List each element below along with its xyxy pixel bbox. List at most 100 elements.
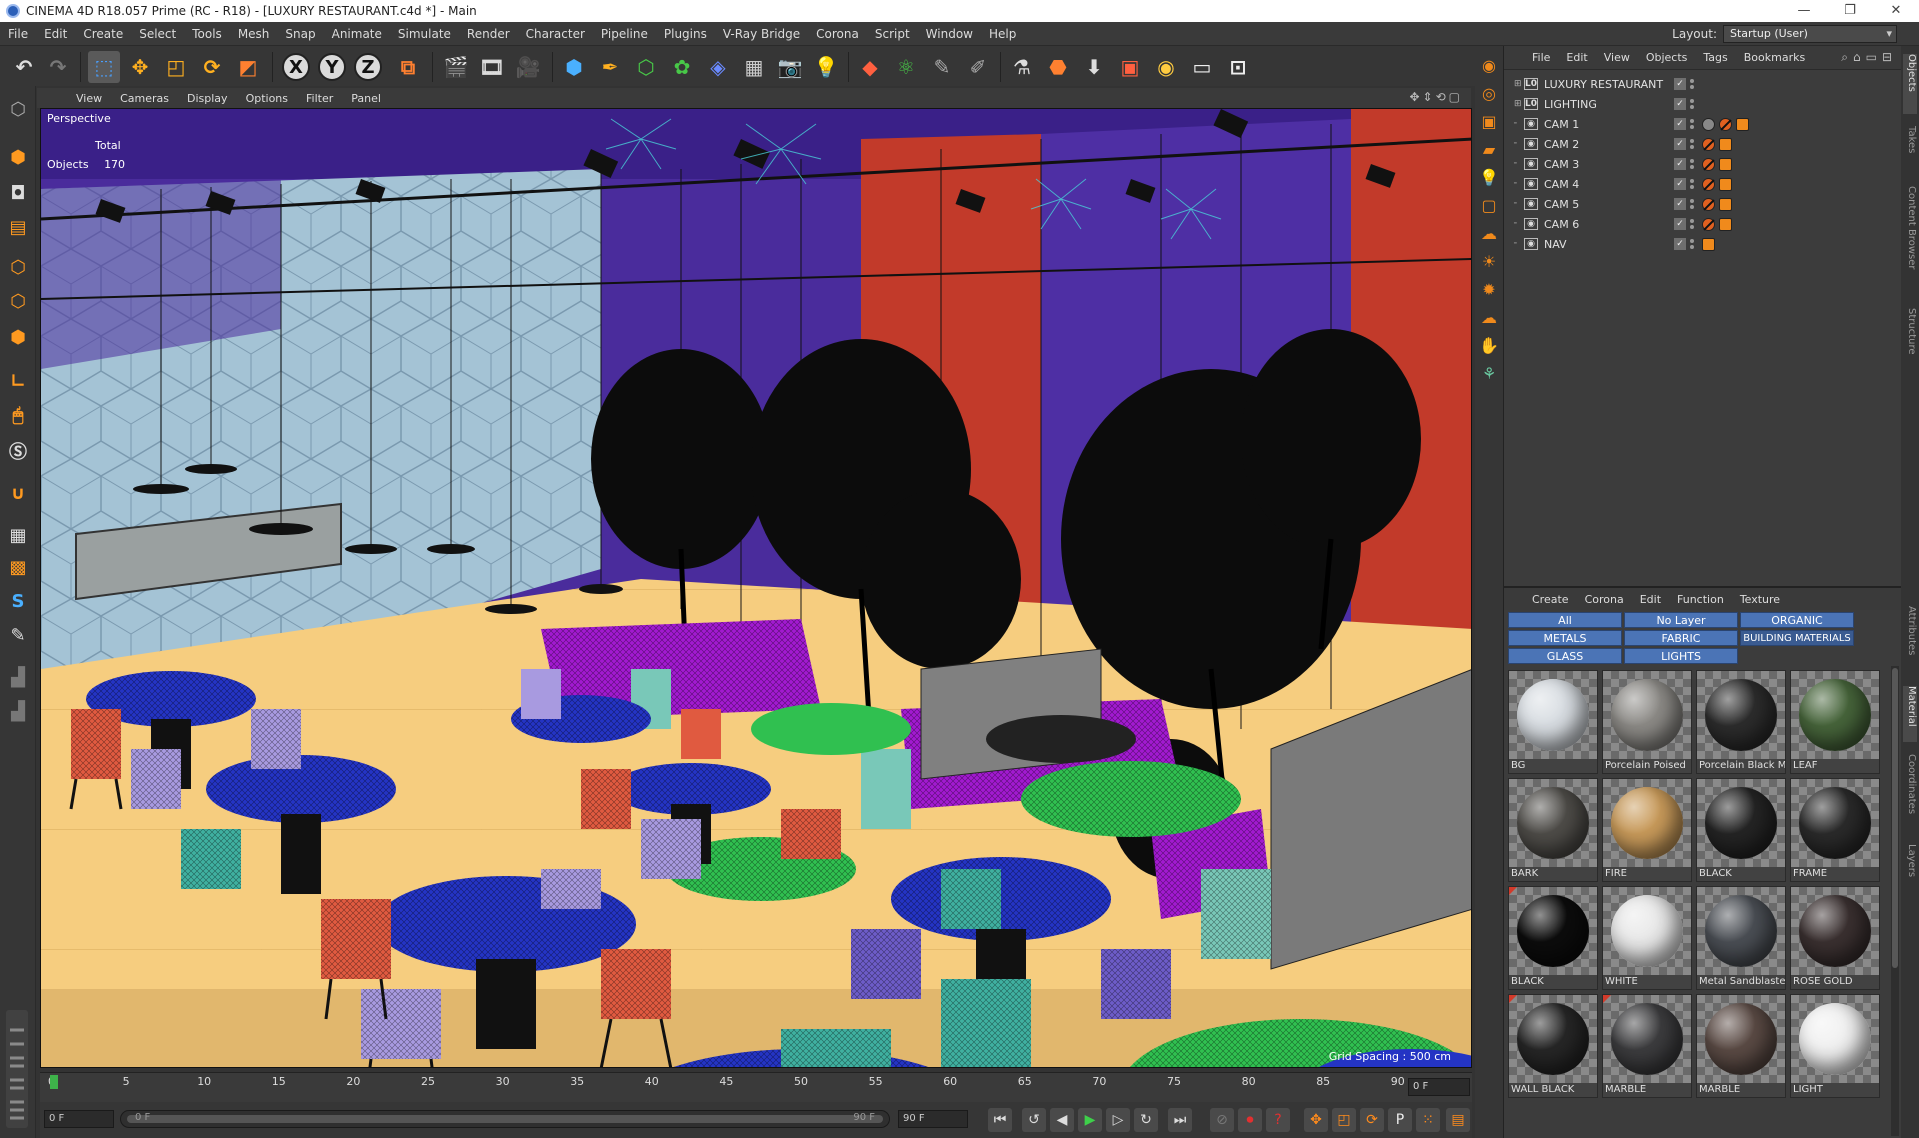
corona-sun-dock-icon[interactable]: ☀ bbox=[1477, 250, 1501, 272]
layer-check-icon[interactable]: ✓ bbox=[1674, 78, 1686, 90]
autokeying-icon[interactable]: ? bbox=[1266, 1108, 1290, 1132]
object-name[interactable]: LIGHTING bbox=[1544, 98, 1668, 111]
object-row[interactable]: ⊞ L0 LUXURY RESTAURANT ✓ bbox=[1504, 74, 1902, 94]
spline-mode-icon[interactable]: Ѕ bbox=[3, 586, 33, 616]
material-name[interactable]: FRAME bbox=[1793, 868, 1879, 879]
menu-help[interactable]: Help bbox=[981, 27, 1024, 41]
material-swatch[interactable]: BARK bbox=[1508, 778, 1598, 882]
material-swatch[interactable]: WHITE bbox=[1602, 886, 1692, 990]
render-settings-icon[interactable]: 🎥 bbox=[512, 51, 544, 83]
visibility-dots[interactable] bbox=[1690, 179, 1698, 189]
material-name[interactable]: LEAF bbox=[1793, 760, 1879, 771]
material-name[interactable]: Porcelain Poised bbox=[1605, 760, 1691, 771]
om-menu-bookmarks[interactable]: Bookmarks bbox=[1736, 51, 1813, 64]
mm-menu-corona[interactable]: Corona bbox=[1577, 593, 1632, 606]
layer-filter-no-layer[interactable]: No Layer bbox=[1624, 612, 1738, 628]
layer-filter-metals[interactable]: METALS bbox=[1508, 630, 1622, 646]
corona-material-dock-icon[interactable]: ▰ bbox=[1477, 138, 1501, 160]
expand-icon[interactable]: ⊞ bbox=[1514, 79, 1524, 89]
scale-icon[interactable]: ◰ bbox=[160, 51, 192, 83]
viewport-menu-options[interactable]: Options bbox=[237, 92, 297, 105]
menu-simulate[interactable]: Simulate bbox=[390, 27, 459, 41]
object-name[interactable]: CAM 1 bbox=[1544, 118, 1668, 131]
material-scrollbar-thumb[interactable] bbox=[1892, 668, 1898, 968]
corona-render-icon[interactable]: ▣ bbox=[1114, 51, 1146, 83]
menu-corona[interactable]: Corona bbox=[808, 27, 867, 41]
corona-proxy-icon[interactable]: ⬇ bbox=[1078, 51, 1110, 83]
corona-light-icon[interactable]: ⬣ bbox=[1042, 51, 1074, 83]
material-name[interactable]: Porcelain Black M bbox=[1699, 760, 1785, 771]
protection-tag-icon[interactable] bbox=[1702, 157, 1715, 171]
om-menu-objects[interactable]: Objects bbox=[1638, 51, 1696, 64]
menu-script[interactable]: Script bbox=[867, 27, 918, 41]
next-frame-icon[interactable]: ▷ bbox=[1106, 1108, 1130, 1132]
menu-pipeline[interactable]: Pipeline bbox=[593, 27, 656, 41]
corona-camera-tag-icon[interactable] bbox=[1719, 177, 1732, 191]
material-name[interactable]: BARK bbox=[1511, 868, 1597, 879]
menu-tools[interactable]: Tools bbox=[184, 27, 230, 41]
render-view-icon[interactable]: 🎬 bbox=[440, 51, 472, 83]
corona-camera-tag-icon[interactable] bbox=[1702, 237, 1715, 251]
menu-mesh[interactable]: Mesh bbox=[230, 27, 278, 41]
corona-sun-alt-dock-icon[interactable]: ✹ bbox=[1477, 278, 1501, 300]
material-swatch[interactable]: LIGHT bbox=[1790, 994, 1880, 1098]
material-swatch[interactable]: MARBLE bbox=[1602, 994, 1692, 1098]
key-rotation-icon[interactable]: ⟳ bbox=[1360, 1108, 1384, 1132]
vray-bridge-icon[interactable]: ◆ bbox=[854, 51, 886, 83]
mm-menu-texture[interactable]: Texture bbox=[1732, 593, 1788, 606]
corona-hand-dock-icon[interactable]: ✋ bbox=[1477, 334, 1501, 356]
x-axis-lock-icon[interactable]: X bbox=[282, 53, 310, 81]
live-selection-icon[interactable]: ⬚ bbox=[88, 51, 120, 83]
layer-check-icon[interactable]: ✓ bbox=[1674, 178, 1686, 190]
layer-filter-all[interactable]: All bbox=[1508, 612, 1622, 628]
layer-check-icon[interactable]: ✓ bbox=[1674, 238, 1686, 250]
object-name[interactable]: CAM 5 bbox=[1544, 198, 1668, 211]
protection-tag-icon[interactable] bbox=[1702, 217, 1715, 231]
tab-structure[interactable]: Structure bbox=[1903, 308, 1917, 378]
z-axis-lock-icon[interactable]: Z bbox=[354, 53, 382, 81]
subdivision-surface-icon[interactable]: ⬡ bbox=[630, 51, 662, 83]
visibility-dots[interactable] bbox=[1690, 159, 1698, 169]
tab-content-browser[interactable]: Content Browser bbox=[1903, 186, 1917, 296]
key-position-icon[interactable]: ✥ bbox=[1304, 1108, 1328, 1132]
magnet-icon[interactable]: ∪ bbox=[3, 478, 33, 508]
corona-sky-dock-icon[interactable]: ☁ bbox=[1477, 222, 1501, 244]
undo-icon[interactable]: ↶ bbox=[8, 51, 40, 83]
go-to-start-icon[interactable]: ⏮ bbox=[988, 1108, 1012, 1132]
menu-create[interactable]: Create bbox=[75, 27, 131, 41]
corona-render-dock-icon[interactable]: ◉ bbox=[1477, 54, 1501, 76]
viewport-camera-label[interactable]: Perspective bbox=[47, 112, 111, 125]
material-swatch[interactable]: BLACK bbox=[1508, 886, 1598, 990]
tab-objects[interactable]: Objects bbox=[1903, 54, 1917, 114]
corona-cloud-dock-icon[interactable]: ☁ bbox=[1477, 306, 1501, 328]
material-swatch[interactable]: WALL BLACK bbox=[1508, 994, 1598, 1098]
layer-check-icon[interactable]: ✓ bbox=[1674, 158, 1686, 170]
play-forward-icon[interactable]: ▶ bbox=[1078, 1108, 1102, 1132]
close-icon[interactable]: ✕ bbox=[1873, 0, 1919, 22]
layer-filter-fabric[interactable]: FABRIC bbox=[1624, 630, 1738, 646]
material-swatch[interactable]: Porcelain Poised bbox=[1602, 670, 1692, 774]
mm-menu-function[interactable]: Function bbox=[1669, 593, 1732, 606]
workplane-mode-icon[interactable]: ▤ bbox=[3, 212, 33, 242]
layer-check-icon[interactable]: ✓ bbox=[1674, 218, 1686, 230]
y-axis-lock-icon[interactable]: Y bbox=[318, 53, 346, 81]
expand-icon[interactable]: ⊞ bbox=[1514, 99, 1524, 109]
timeline-window-icon[interactable]: ▤ bbox=[1446, 1108, 1470, 1132]
protection-tag-icon[interactable] bbox=[1702, 177, 1715, 191]
material-name[interactable]: WHITE bbox=[1605, 976, 1691, 987]
object-name[interactable]: CAM 6 bbox=[1544, 218, 1668, 231]
protection-tag-icon[interactable] bbox=[1702, 137, 1715, 151]
layer-check-icon[interactable]: ✓ bbox=[1674, 98, 1686, 110]
menu-animate[interactable]: Animate bbox=[324, 27, 390, 41]
record-keys-disabled-icon[interactable]: ⊘ bbox=[1210, 1108, 1234, 1132]
rotate-icon[interactable]: ⟳ bbox=[196, 51, 228, 83]
protection-tag-icon[interactable] bbox=[1702, 197, 1715, 211]
menu-snap[interactable]: Snap bbox=[277, 27, 323, 41]
material-swatch[interactable]: Porcelain Black M bbox=[1696, 670, 1786, 774]
layer-filter-organic[interactable]: ORGANIC bbox=[1740, 612, 1854, 628]
light-object-icon[interactable]: 💡 bbox=[810, 51, 842, 83]
material-name[interactable]: BG bbox=[1511, 760, 1597, 771]
stairs-icon[interactable]: ▟ bbox=[3, 662, 33, 692]
material-name[interactable]: MARBLE bbox=[1605, 1084, 1691, 1095]
menu-edit[interactable]: Edit bbox=[36, 27, 75, 41]
